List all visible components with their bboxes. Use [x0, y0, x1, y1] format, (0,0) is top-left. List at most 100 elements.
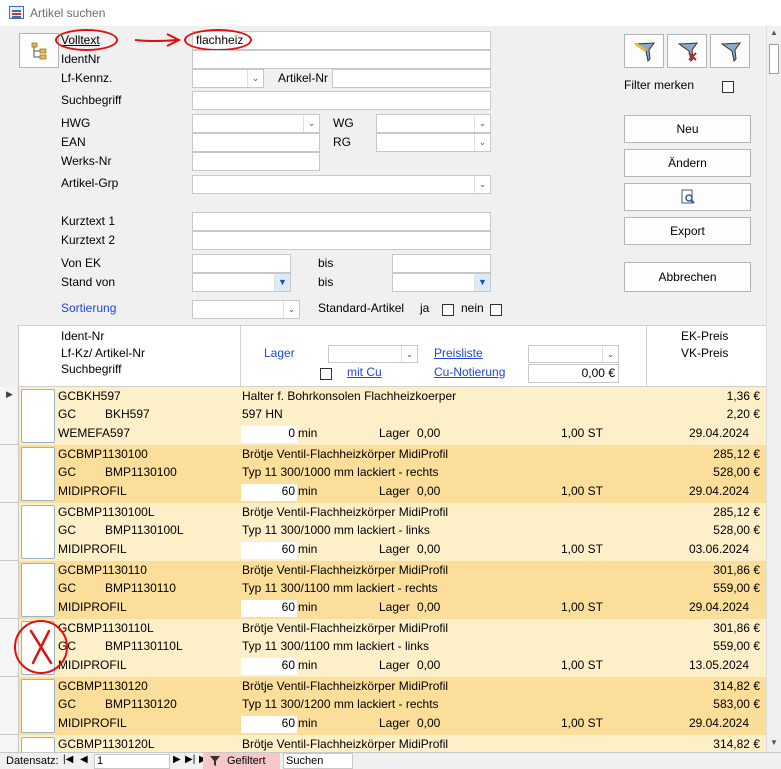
- table-row[interactable]: GCBMP1130100L GC BMP1130100L MIDIPROFIL Bröt…: [19, 503, 766, 561]
- calendar-dropdown-icon[interactable]: ▼: [474, 274, 490, 291]
- lager-combo[interactable]: ⌄: [328, 345, 418, 363]
- sortierung-combo[interactable]: ⌄: [192, 300, 300, 319]
- export-button[interactable]: Export: [624, 217, 751, 245]
- record-selector[interactable]: [0, 503, 19, 561]
- table-row[interactable]: GCBMP1130110L GC BMP1130110L MIDIPROFIL Bröt…: [19, 619, 766, 677]
- row-kurztext1: Brötje Ventil-Flachheizkörper MidiProfil: [242, 563, 449, 577]
- row-artikelnr: BMP1130120: [105, 697, 177, 711]
- scroll-thumb[interactable]: [769, 44, 779, 74]
- chevron-down-icon[interactable]: ⌄: [303, 115, 319, 132]
- table-row[interactable]: GCBKH597 GC BKH597 WEMEFA597 Halter f. Bohrk…: [19, 387, 766, 445]
- row-kurztext2: Typ 11 300/1200 mm lackiert - rechts: [242, 697, 439, 711]
- row-min-value: 0: [241, 426, 297, 443]
- table-row[interactable]: GCBMP1130110 GC BMP1130110 MIDIPROFIL Brötje…: [19, 561, 766, 619]
- chevron-down-icon[interactable]: ⌄: [401, 346, 417, 362]
- row-suchbegriff: MIDIPROFIL: [58, 600, 127, 614]
- suchbegriff-label: Suchbegriff: [61, 93, 122, 107]
- row-artikelnr: BMP1130100: [105, 465, 177, 479]
- chevron-down-icon[interactable]: ⌄: [474, 176, 490, 193]
- article-image-box[interactable]: [21, 447, 55, 501]
- vertical-scrollbar[interactable]: ▲ ▼: [766, 26, 781, 752]
- artikelgrp-combo[interactable]: ⌄: [192, 175, 491, 194]
- record-selector[interactable]: [0, 445, 19, 503]
- ja-label: ja: [420, 301, 430, 315]
- aendern-button[interactable]: Ändern: [624, 149, 751, 177]
- article-image-box[interactable]: [21, 563, 55, 617]
- nein-checkbox[interactable]: [490, 304, 502, 316]
- ja-checkbox[interactable]: [442, 304, 454, 316]
- filter-icon: [720, 42, 742, 63]
- article-image-box[interactable]: [21, 737, 55, 752]
- next-record-button[interactable]: ▶: [173, 754, 181, 765]
- row-vk-preis: 2,20 €: [726, 407, 760, 421]
- mit-cu-checkbox[interactable]: [320, 368, 332, 380]
- export-button-label: Export: [670, 224, 705, 238]
- row-min-label: min: [298, 542, 318, 556]
- standvon-date[interactable]: ▼: [192, 273, 291, 292]
- filtered-indicator[interactable]: Gefiltert: [203, 753, 280, 769]
- chevron-down-icon[interactable]: ⌄: [474, 115, 490, 132]
- abbrechen-button[interactable]: Abbrechen: [624, 262, 751, 292]
- identnr-input[interactable]: [192, 50, 491, 69]
- scroll-down-arrow[interactable]: ▼: [767, 736, 781, 750]
- row-suchbegriff: MIDIPROFIL: [58, 716, 127, 730]
- werksnr-input[interactable]: [192, 152, 320, 171]
- filter-options-button[interactable]: [710, 34, 750, 68]
- record-number-input[interactable]: 1: [94, 754, 170, 769]
- record-selector[interactable]: [0, 677, 19, 735]
- chevron-down-icon[interactable]: ⌄: [247, 70, 263, 87]
- annotation-circle-flachheiz: [184, 29, 252, 51]
- apply-filter-button[interactable]: [624, 34, 664, 68]
- article-image-box[interactable]: [21, 679, 55, 733]
- kurztext2-label: Kurztext 2: [61, 233, 116, 247]
- wg-combo[interactable]: ⌄: [376, 114, 491, 133]
- artikelnr-input[interactable]: [332, 69, 491, 88]
- table-row[interactable]: GCBMP1130100 GC BMP1130100 MIDIPROFIL Brötje…: [19, 445, 766, 503]
- form-icon: [9, 6, 24, 19]
- chevron-down-icon[interactable]: ⌄: [602, 346, 618, 362]
- suchbegriff-input[interactable]: [192, 91, 491, 110]
- filter-tree-button[interactable]: [19, 33, 59, 68]
- hwg-combo[interactable]: ⌄: [192, 114, 320, 133]
- header-cu-notierung: Cu-Notierung: [434, 365, 506, 379]
- preisliste-combo[interactable]: ⌄: [528, 345, 619, 363]
- last-record-button[interactable]: ▶|: [185, 754, 195, 765]
- chevron-down-icon[interactable]: ⌄: [283, 301, 299, 318]
- row-identnr: GCBMP1130100: [58, 447, 148, 461]
- article-image-box[interactable]: [21, 389, 55, 443]
- ean-input[interactable]: [192, 133, 320, 152]
- status-search-input[interactable]: Suchen: [283, 753, 353, 769]
- record-selector[interactable]: [0, 735, 19, 752]
- row-identnr: GCBMP1130110: [58, 563, 147, 577]
- row-stand-date: 29.04.2024: [688, 716, 749, 730]
- neu-button[interactable]: Neu: [624, 115, 751, 143]
- kurztext2-input[interactable]: [192, 231, 491, 250]
- table-row[interactable]: GCBMP1130120L Brötje Ventil-Flachheizkörp…: [19, 735, 766, 752]
- prev-record-button[interactable]: ◀: [80, 754, 88, 765]
- lfkennz-combo[interactable]: ⌄: [192, 69, 264, 88]
- standbis-date[interactable]: ▼: [392, 273, 491, 292]
- rg-combo[interactable]: ⌄: [376, 133, 491, 152]
- remove-filter-button[interactable]: [667, 34, 707, 68]
- filter-merken-label: Filter merken: [624, 78, 695, 92]
- abbrechen-button-label: Abbrechen: [658, 270, 717, 284]
- vonek-input[interactable]: [192, 254, 291, 273]
- record-selector[interactable]: [0, 561, 19, 619]
- preview-button[interactable]: [624, 183, 751, 211]
- row-kurztext1: Brötje Ventil-Flachheizkörper MidiProfil: [242, 505, 449, 519]
- kurztext1-input[interactable]: [192, 212, 491, 231]
- header-lager: Lager: [264, 346, 295, 360]
- filter-merken-checkbox[interactable]: [722, 81, 734, 93]
- chevron-down-icon[interactable]: ⌄: [474, 134, 490, 151]
- header-divider-right: [646, 326, 647, 386]
- record-selector[interactable]: ▶: [0, 387, 19, 445]
- row-suchbegriff: MIDIPROFIL: [58, 542, 127, 556]
- cu-notierung-input[interactable]: 0,00 €: [528, 364, 619, 383]
- first-record-button[interactable]: |◀: [63, 754, 73, 765]
- table-row[interactable]: GCBMP1130120 GC BMP1130120 MIDIPROFIL Brötje…: [19, 677, 766, 735]
- scroll-up-arrow[interactable]: ▲: [767, 26, 781, 40]
- calendar-dropdown-icon[interactable]: ▼: [274, 274, 290, 291]
- article-image-box[interactable]: [21, 505, 55, 559]
- artikelnr-label: Artikel-Nr: [278, 71, 328, 85]
- bisek-input[interactable]: [392, 254, 491, 273]
